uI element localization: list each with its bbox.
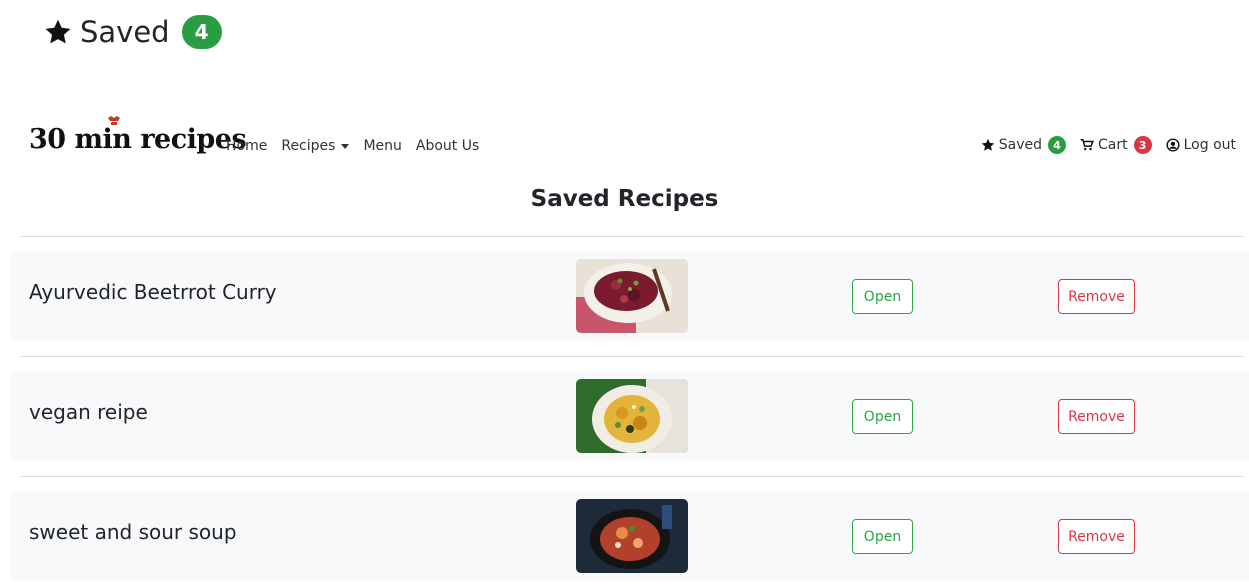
divider: [20, 476, 1244, 477]
brand-logo[interactable]: 30 min recipes: [29, 116, 247, 155]
recipe-name: sweet and sour soup: [29, 520, 237, 544]
saved-callout-label: Saved: [80, 15, 170, 49]
nav-cart-label: Cart: [1098, 137, 1128, 153]
star-icon: [44, 18, 72, 46]
nav-link-recipes-dropdown[interactable]: Recipes: [281, 138, 350, 154]
saved-callout-count-badge: 4: [181, 15, 222, 49]
nav-links: Home Recipes Menu About Us: [226, 138, 479, 154]
remove-button[interactable]: Remove: [1058, 519, 1135, 554]
recipe-name: vegan reipe: [29, 400, 148, 424]
recipe-row: Ayurvedic Beetrrot Curry Open Remove: [10, 252, 1249, 340]
nav-logout-label: Log out: [1183, 137, 1236, 153]
nav-cart-link[interactable]: Cart 3: [1080, 136, 1152, 154]
nav-link-menu[interactable]: Menu: [363, 138, 401, 154]
nav-link-about-us[interactable]: About Us: [416, 138, 479, 154]
divider: [20, 236, 1244, 237]
recipe-name: Ayurvedic Beetrrot Curry: [29, 280, 277, 304]
nav-link-home[interactable]: Home: [226, 138, 267, 154]
saved-count-badge: 4: [1048, 136, 1066, 154]
nav-link-about-us-label: About Us: [415, 138, 480, 154]
nav-link-recipes-label: Recipes: [281, 138, 336, 154]
nav-link-home-label: Home: [226, 138, 268, 154]
remove-button[interactable]: Remove: [1058, 279, 1135, 314]
brand-text: 30 min recipes: [29, 124, 247, 155]
open-button[interactable]: Open: [852, 399, 913, 434]
divider: [20, 356, 1244, 357]
cart-count-badge: 3: [1133, 136, 1152, 154]
recipe-row: sweet and sour soup Open Remove: [10, 492, 1249, 580]
remove-button[interactable]: Remove: [1058, 399, 1135, 434]
recipe-thumbnail: [576, 499, 688, 573]
recipe-thumbnail: [576, 259, 688, 333]
nav-saved-label: Saved: [998, 137, 1042, 153]
saved-callout: Saved 4: [44, 12, 222, 52]
cart-icon: [1080, 138, 1094, 151]
star-icon: [981, 138, 994, 151]
chef-hat-icon: [108, 116, 120, 125]
nav-link-menu-label: Menu: [363, 138, 402, 154]
user-circle-icon: [1166, 138, 1180, 152]
recipe-thumbnail: [576, 379, 688, 453]
nav-right: Saved 4 Cart 3 Log out: [981, 136, 1236, 154]
recipe-row: vegan reipe Open Remove: [10, 372, 1249, 460]
open-button[interactable]: Open: [852, 279, 913, 314]
open-button[interactable]: Open: [852, 519, 913, 554]
nav-saved-link[interactable]: Saved 4: [981, 136, 1066, 154]
caret-down-icon: [341, 143, 350, 149]
navbar: 30 min recipes Home Recipes Menu About U…: [0, 116, 1249, 172]
nav-logout-link[interactable]: Log out: [1166, 137, 1236, 153]
page-title: Saved Recipes: [530, 186, 719, 212]
